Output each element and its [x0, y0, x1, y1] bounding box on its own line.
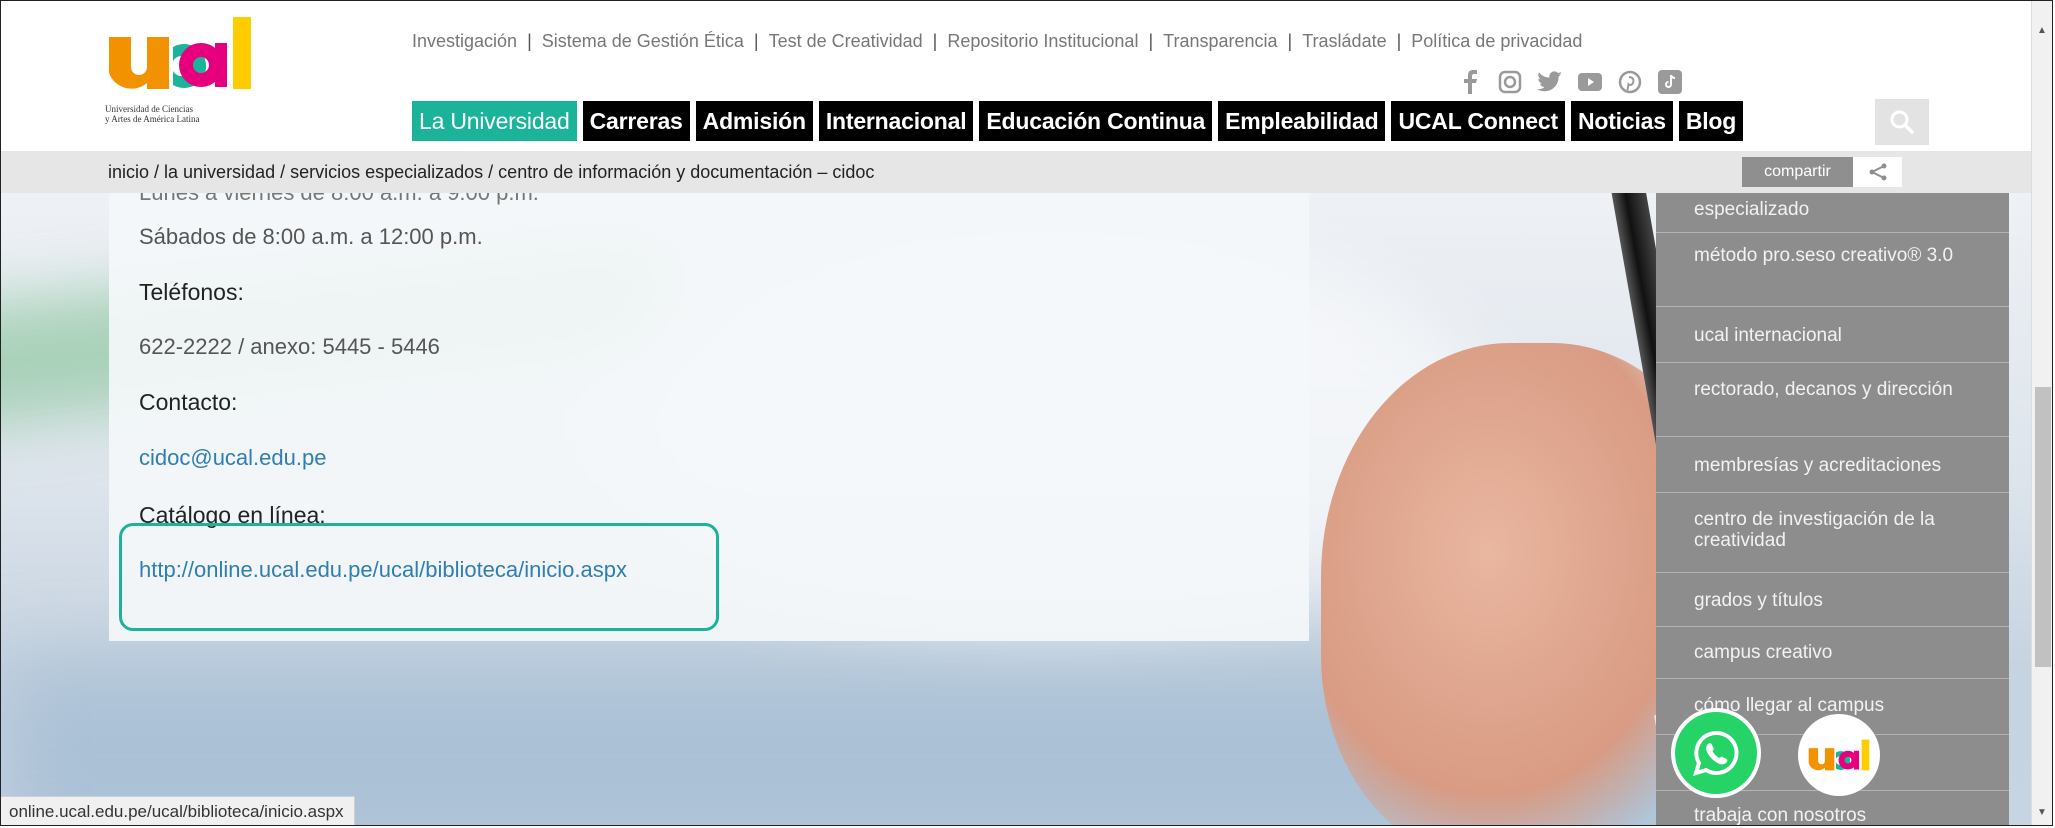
separator: |	[527, 31, 532, 51]
nav-ucal-connect[interactable]: UCAL Connect	[1391, 101, 1565, 141]
catalog-highlight-box	[119, 523, 719, 631]
separator: |	[753, 31, 759, 51]
side-menu-item-label: grados y títulos	[1694, 590, 1823, 611]
breadcrumb[interactable]: inicio / la universidad / servicios espe…	[108, 162, 874, 183]
tiktok-icon[interactable]	[1657, 69, 1683, 95]
side-menu-item-label: rectorado, decanos y dirección	[1694, 379, 1953, 400]
phones-value: 622-2222 / anexo: 5445 - 5446	[139, 334, 440, 359]
scroll-down-arrow-icon[interactable]: ▼	[2037, 807, 2047, 818]
whatsapp-icon	[1693, 730, 1739, 776]
logo-subtitle-line2: y Artes de América Latina	[105, 114, 200, 124]
separator: |	[932, 31, 938, 51]
facebook-icon[interactable]	[1457, 69, 1483, 95]
contact-heading: Contacto:	[139, 389, 238, 415]
side-menu-item[interactable]: especializado	[1656, 193, 2009, 233]
site-header: Universidad de Ciencias y Artes de Améri…	[1, 1, 2031, 151]
side-menu-item-label: ucal internacional	[1694, 325, 1842, 346]
search-button[interactable]	[1875, 99, 1929, 145]
link-test-creatividad[interactable]: Test de Creatividad	[769, 31, 923, 52]
nav-empleabilidad[interactable]: Empleabilidad	[1218, 101, 1386, 141]
side-menu-item[interactable]: membresías y acreditaciones	[1656, 437, 2009, 493]
nav-educacion-continua[interactable]: Educación Continua	[979, 101, 1213, 141]
side-menu-item-label: método pro.seso creativo® 3.0	[1694, 245, 1954, 266]
contact-email-link[interactable]: cidoc@ucal.edu.pe	[139, 445, 326, 471]
browser-status-bar: online.ucal.edu.pe/ucal/biblioteca/inici…	[1, 796, 355, 825]
side-menu-item-label: campus creativo	[1694, 642, 1833, 663]
link-repositorio[interactable]: Repositorio Institucional	[947, 31, 1138, 52]
youtube-icon[interactable]	[1577, 69, 1603, 95]
breadcrumb-bar: inicio / la universidad / servicios espe…	[1, 151, 2031, 193]
hours-saturday: Sábados de 8:00 a.m. a 12:00 p.m.	[139, 224, 483, 249]
link-transparencia[interactable]: Transparencia	[1163, 31, 1277, 52]
search-icon	[1890, 110, 1914, 134]
share-button[interactable]: compartir	[1742, 157, 1902, 187]
ucal-logo-mark	[109, 17, 251, 89]
nav-blog[interactable]: Blog	[1678, 101, 1744, 141]
side-menu-item[interactable]: método pro.seso creativo® 3.0	[1656, 233, 2009, 307]
nav-internacional[interactable]: Internacional	[818, 101, 974, 141]
top-links: Investigación | Sistema de Gestión Ética…	[412, 31, 1582, 52]
side-menu-item[interactable]: grados y títulos	[1656, 573, 2009, 627]
nav-la-universidad[interactable]: La Universidad	[412, 101, 577, 141]
pinterest-icon[interactable]	[1617, 69, 1643, 95]
instagram-icon[interactable]	[1497, 69, 1523, 95]
side-menu-item-label: trabaja con nosotros	[1694, 805, 1867, 826]
separator: |	[1148, 31, 1154, 51]
side-menu-item[interactable]: rectorado, decanos y dirección	[1656, 363, 2009, 437]
link-politica-privacidad[interactable]: Política de privacidad	[1411, 31, 1582, 52]
scroll-up-arrow-icon[interactable]: ▲	[2037, 25, 2047, 36]
share-icon	[1853, 157, 1902, 187]
main-nav: La Universidad Carreras Admisión Interna…	[412, 101, 1744, 141]
phones-heading: Teléfonos:	[139, 279, 244, 305]
side-menu-item[interactable]: ucal internacional	[1656, 307, 2009, 363]
link-investigacion[interactable]: Investigación	[412, 31, 517, 52]
side-menu-item-label: cómo llegar al campus	[1694, 695, 1885, 716]
nav-admision[interactable]: Admisión	[695, 101, 813, 141]
browser-viewport: Universidad de Ciencias y Artes de Améri…	[0, 0, 2053, 826]
side-menu-item-label: centro de investigación de la creativida…	[1694, 509, 1935, 551]
ucal-chat-button[interactable]	[1798, 714, 1880, 796]
ucal-logo[interactable]: Universidad de Ciencias y Artes de Améri…	[105, 17, 255, 124]
side-menu-item-label: membresías y acreditaciones	[1694, 455, 1942, 476]
logo-subtitle: Universidad de Ciencias y Artes de Améri…	[105, 104, 199, 124]
side-menu-item[interactable]: centro de investigación de la creativida…	[1656, 493, 2009, 573]
link-sistema-gestion-etica[interactable]: Sistema de Gestión Ética	[542, 31, 744, 52]
share-label: compartir	[1742, 157, 1853, 187]
whatsapp-button[interactable]	[1671, 708, 1761, 798]
nav-noticias[interactable]: Noticias	[1570, 101, 1673, 141]
hours-weekday: Lunes a viernes de 8:00 a.m. a 9:00 p.m.	[139, 193, 539, 206]
separator: |	[1396, 31, 1402, 51]
twitter-icon[interactable]	[1537, 69, 1563, 95]
scrollbar-thumb[interactable]	[2035, 387, 2051, 667]
social-links	[1457, 69, 1683, 95]
vertical-scrollbar[interactable]: ▲ ▼	[2031, 1, 2052, 825]
logo-subtitle-line1: Universidad de Ciencias	[105, 104, 193, 114]
ucal-logo-icon	[1808, 739, 1870, 771]
separator: |	[1287, 31, 1293, 51]
side-menu-item[interactable]: campus creativo	[1656, 627, 2009, 679]
side-menu-item-label: especializado	[1694, 199, 1810, 220]
link-trasladate[interactable]: Trasládate	[1302, 31, 1386, 52]
nav-carreras[interactable]: Carreras	[582, 101, 690, 141]
